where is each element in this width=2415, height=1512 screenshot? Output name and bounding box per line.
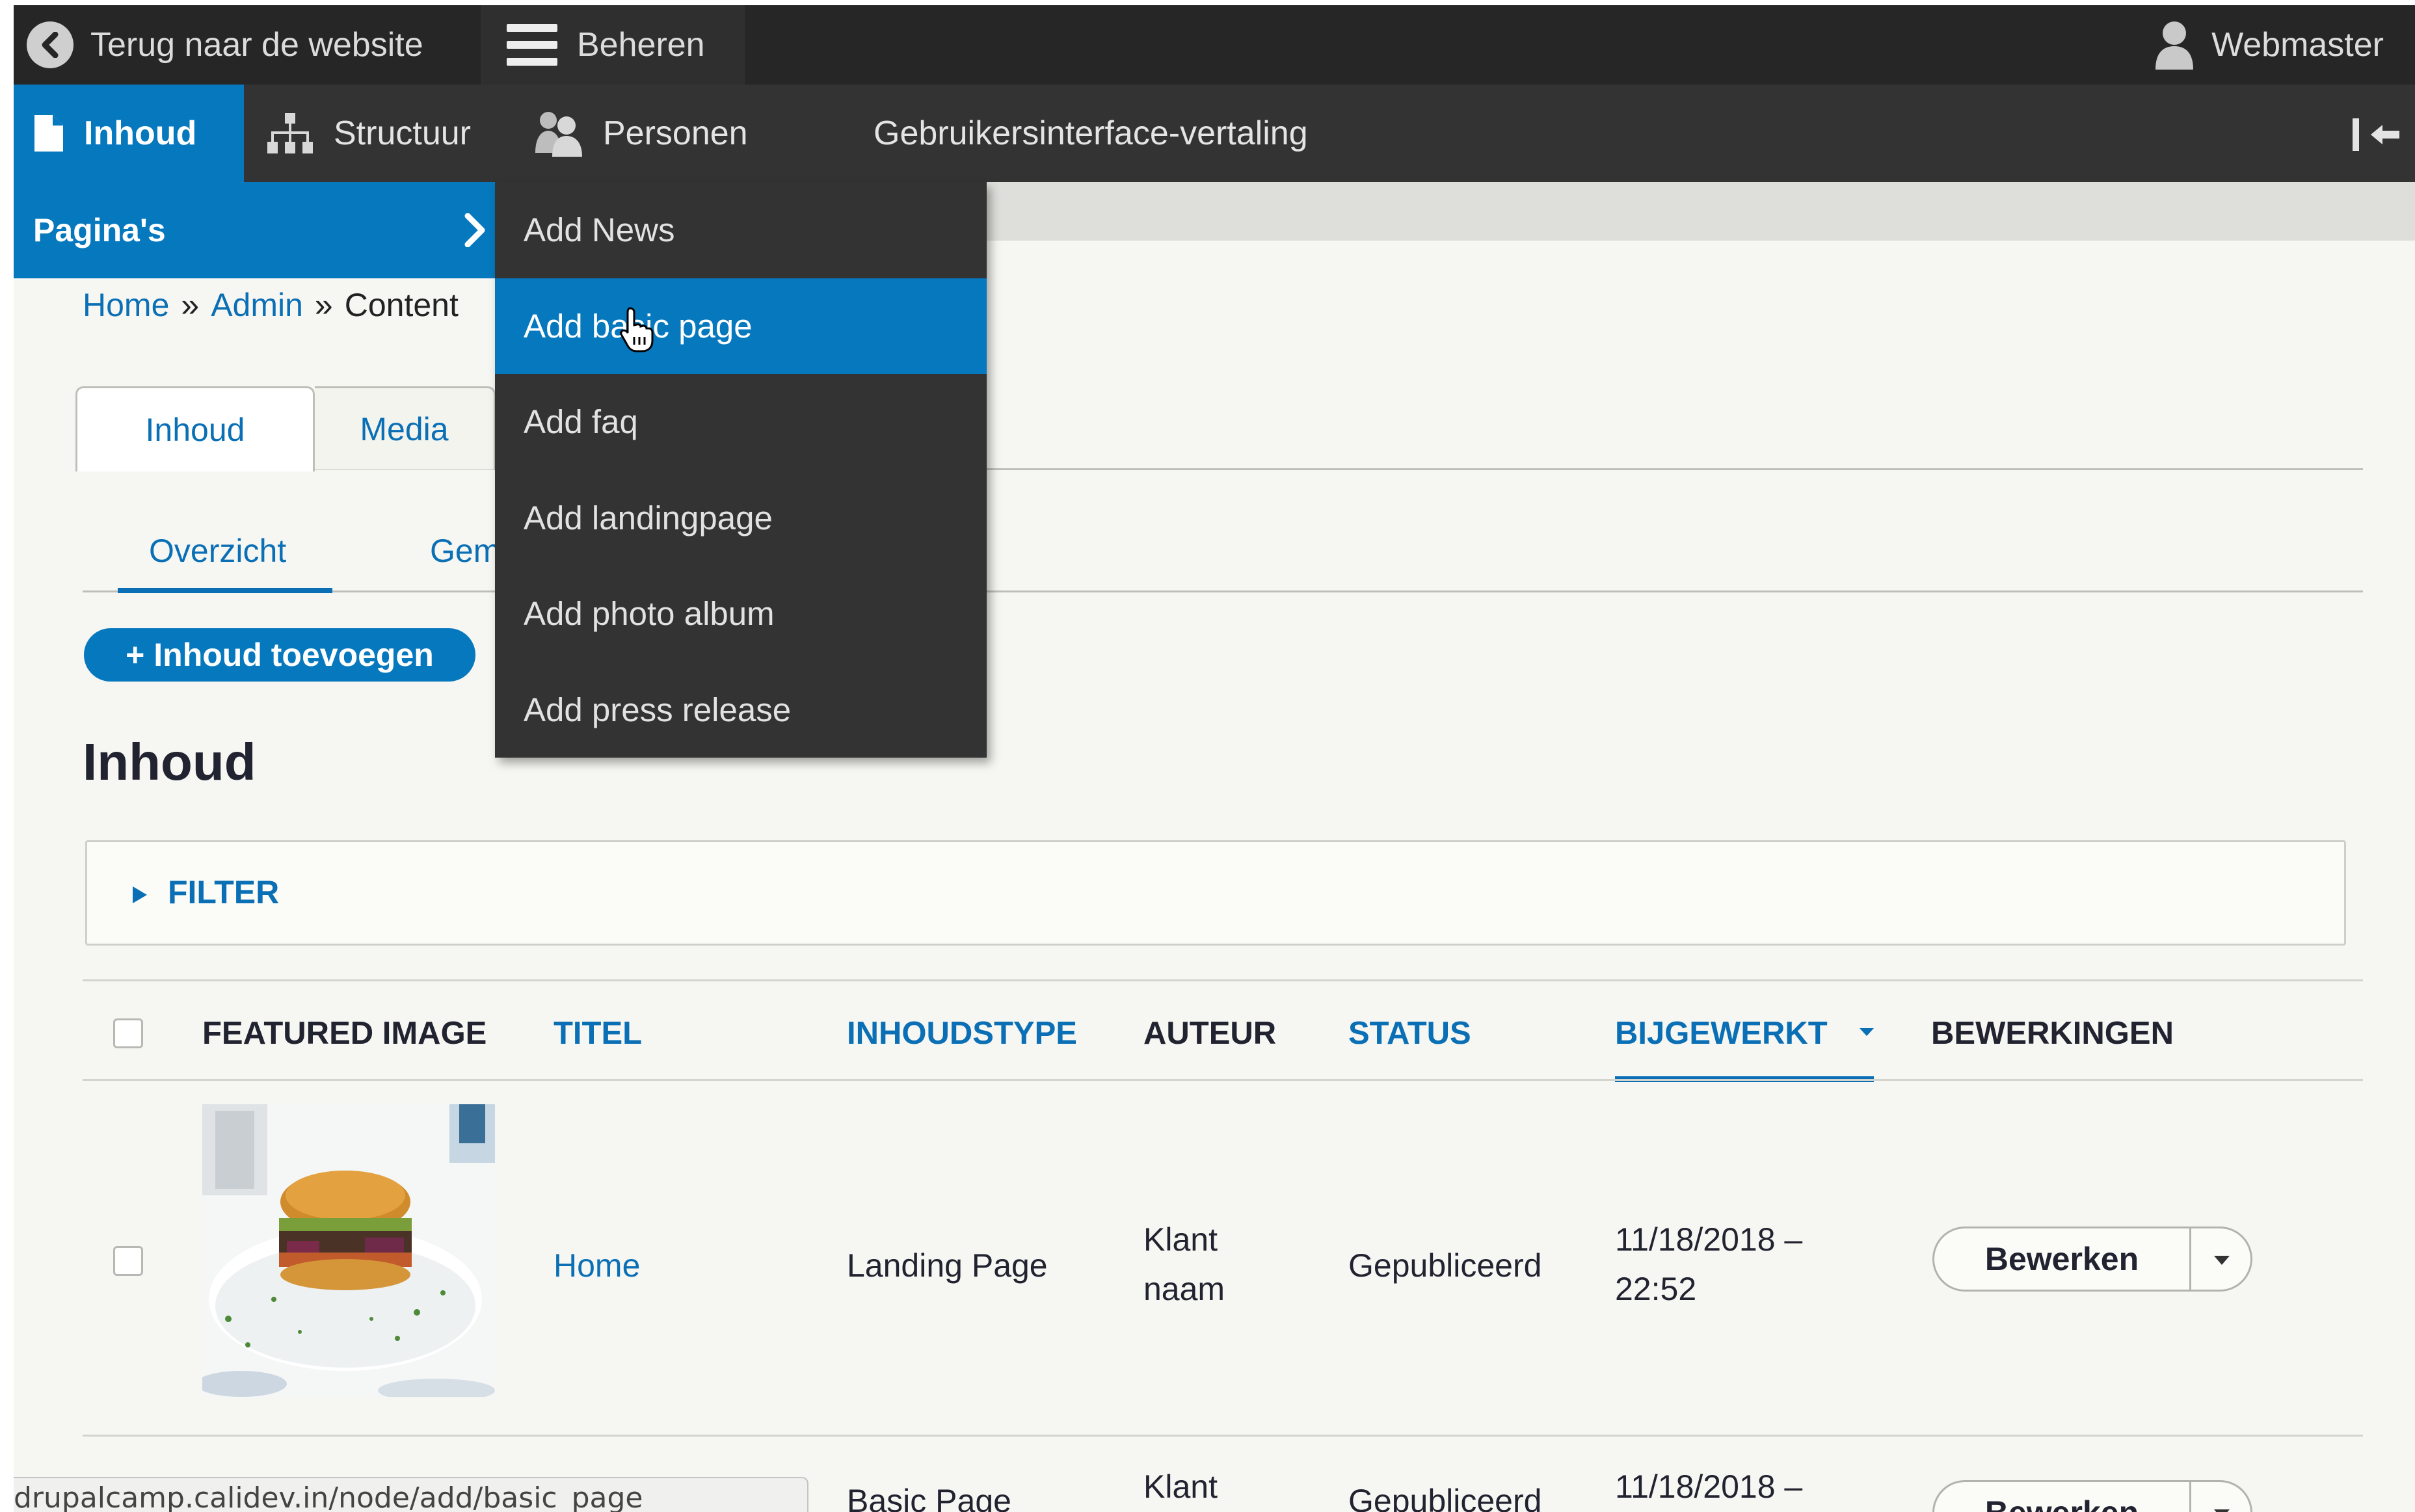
breadcrumb-current: Content	[344, 287, 459, 323]
tab-media[interactable]: Media	[315, 386, 496, 470]
menu-item-add-photo-album[interactable]: Add photo album	[495, 566, 987, 662]
menu-item-add-news[interactable]: Add News	[495, 182, 987, 278]
tray-item-content[interactable]: Inhoud	[14, 85, 244, 182]
row-divider	[83, 1435, 2363, 1437]
row-title-cell: Home	[554, 1241, 640, 1290]
collapse-left-icon[interactable]	[2351, 118, 2401, 153]
breadcrumb: Home » Admin » Content	[83, 286, 459, 324]
tray-item-label: Personen	[603, 114, 748, 152]
column-header-author: AUTEUR	[1143, 1016, 1277, 1051]
manage-menu-button[interactable]: Beheren	[481, 5, 745, 85]
row-updated-line1: 11/18/2018 –	[1615, 1221, 1803, 1258]
row-updated-line2: 22:52	[1615, 1271, 1697, 1307]
column-header-featured-image: FEATURED IMAGE	[202, 1016, 487, 1051]
tray-item-label: Gebruikersinterface-vertaling	[874, 114, 1308, 152]
breadcrumb-admin[interactable]: Admin	[211, 287, 303, 323]
admin-page: Terug naar de website Beheren Webmaster …	[14, 5, 2415, 1512]
user-icon	[2155, 21, 2194, 70]
column-header-title[interactable]: TITEL	[554, 1015, 642, 1052]
breadcrumb-separator: »	[314, 287, 333, 323]
burger-photo-icon	[202, 1104, 495, 1397]
screenshot-stage: Terug naar de website Beheren Webmaster …	[0, 0, 2415, 1512]
manage-label: Beheren	[577, 26, 705, 64]
column-header-content-type[interactable]: INHOUDSTYPE	[847, 1015, 1077, 1052]
column-header-status[interactable]: STATUS	[1348, 1015, 1471, 1052]
browser-status-url: drupalcamp.calidev.in/node/add/basic_pag…	[14, 1477, 808, 1512]
tab-content[interactable]: Inhoud	[75, 386, 315, 471]
chevron-down-icon[interactable]	[2213, 1254, 2231, 1266]
table-top-border	[83, 979, 2363, 981]
breadcrumb-home[interactable]: Home	[83, 287, 169, 323]
back-to-site-label: Terug naar de website	[90, 26, 423, 64]
add-content-button[interactable]: + Inhoud toevoegen	[84, 628, 475, 682]
row-edit-dropbutton: Bewerken	[1932, 1227, 2252, 1292]
hand-pointer-icon	[620, 307, 654, 352]
filter-label: FILTER	[168, 874, 280, 910]
row-author-line1: Klant	[1143, 1468, 1218, 1505]
filter-details[interactable]: FILTER	[85, 840, 2346, 946]
file-icon	[34, 115, 63, 152]
toolbar-tray: Inhoud Structuur Personen Gebruikersinte…	[14, 85, 2415, 182]
flyout-submenu: Add News Add basic page Add faq Add land…	[495, 182, 987, 758]
row-edit-dropbutton: Bewerken	[1932, 1480, 2252, 1512]
table-header-border	[83, 1079, 2363, 1081]
user-menu-button[interactable]: Webmaster	[2154, 5, 2384, 85]
edit-button[interactable]: Bewerken	[1934, 1228, 2189, 1290]
expand-triangle-icon	[133, 886, 147, 903]
row-status-cell: Gepubliceerd	[1348, 1483, 1542, 1512]
active-tab-underline	[118, 588, 332, 593]
chevron-down-icon[interactable]	[2213, 1508, 2231, 1512]
sort-descending-icon	[1860, 1028, 1874, 1036]
people-icon	[535, 112, 582, 157]
tab-secondary-second[interactable]: Gem	[430, 532, 495, 570]
flyout-parent-pages[interactable]: Pagina's	[14, 182, 495, 278]
sitemap-icon	[267, 113, 313, 153]
tray-item-translation[interactable]: Gebruikersinterface-vertaling	[874, 85, 1308, 182]
tray-item-label: Inhoud	[84, 114, 197, 152]
dropbutton-divider	[2189, 1482, 2191, 1512]
back-to-site-link[interactable]: Terug naar de website	[14, 5, 423, 85]
row-author-line1: Klant	[1143, 1221, 1218, 1258]
secondary-tray-bar	[985, 182, 2415, 241]
row-status-cell: Gepubliceerd	[1348, 1247, 1542, 1284]
secondary-tabs-divider	[83, 590, 2363, 592]
back-arrow-icon	[27, 21, 73, 68]
menu-item-add-landingpage[interactable]: Add landingpage	[495, 470, 987, 566]
column-header-updated[interactable]: BIJGEWERKT	[1615, 1015, 1828, 1052]
row-select-checkbox[interactable]	[113, 1246, 143, 1276]
tray-item-structure[interactable]: Structuur	[266, 85, 471, 182]
user-label: Webmaster	[2211, 26, 2384, 64]
row-author-line2: naam	[1143, 1271, 1225, 1307]
row-type-cell: Basic Page	[847, 1483, 1011, 1512]
tray-item-people[interactable]: Personen	[534, 85, 748, 182]
flyout-parent-label: Pagina's	[33, 212, 166, 248]
page-title: Inhoud	[83, 733, 256, 791]
menu-item-add-press-release[interactable]: Add press release	[495, 662, 987, 758]
admin-toolbar: Terug naar de website Beheren Webmaster	[14, 5, 2415, 85]
tray-item-label: Structuur	[334, 114, 471, 152]
hamburger-icon	[507, 24, 557, 66]
row-title-link[interactable]: Home	[554, 1247, 640, 1284]
edit-button[interactable]: Bewerken	[1934, 1482, 2189, 1512]
breadcrumb-separator: »	[181, 287, 200, 323]
dropbutton-divider	[2189, 1228, 2191, 1290]
chevron-right-icon	[464, 213, 485, 247]
menu-item-add-basic-page[interactable]: Add basic page	[495, 278, 987, 374]
tab-overview[interactable]: Overzicht	[149, 532, 286, 570]
featured-image-thumbnail	[202, 1104, 495, 1397]
row-type-cell: Landing Page	[847, 1247, 1048, 1284]
row-updated-line1: 11/18/2018 –	[1615, 1468, 1803, 1505]
menu-item-add-faq[interactable]: Add faq	[495, 374, 987, 470]
column-header-operations: BEWERKINGEN	[1931, 1016, 2174, 1051]
select-all-checkbox[interactable]	[113, 1018, 143, 1048]
